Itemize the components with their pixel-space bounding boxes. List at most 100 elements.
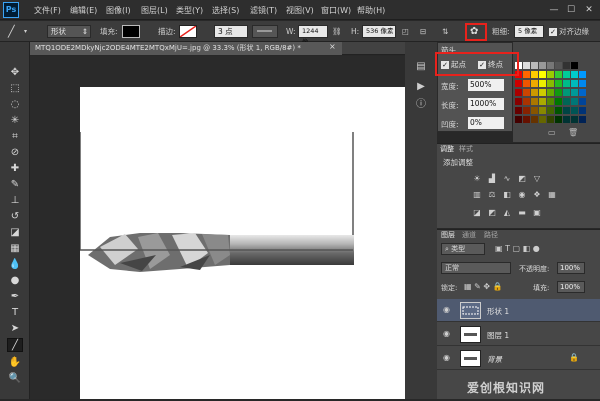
- canvas[interactable]: [79, 87, 405, 399]
- weight-field[interactable]: 5 像素: [514, 25, 544, 38]
- swatch[interactable]: [563, 107, 570, 114]
- blur-tool-icon[interactable]: 💧: [7, 258, 23, 272]
- exposure-icon[interactable]: ◩: [517, 174, 527, 184]
- layer-row-layer1[interactable]: ◉ 图层 1: [437, 323, 600, 346]
- swatch[interactable]: [571, 80, 578, 87]
- actions-panel-icon[interactable]: ▶: [414, 80, 428, 94]
- swatch[interactable]: [555, 98, 562, 105]
- swatch[interactable]: [539, 107, 546, 114]
- menu-image[interactable]: 图像(I): [106, 5, 131, 16]
- clone-stamp-tool-icon[interactable]: ⊥: [7, 194, 23, 208]
- swatch[interactable]: [547, 116, 554, 123]
- swatch[interactable]: [555, 89, 562, 96]
- gradient-tool-icon[interactable]: ▦: [7, 242, 23, 256]
- swatch[interactable]: [563, 98, 570, 105]
- arrow-length-field[interactable]: 1000%: [468, 98, 504, 110]
- swatch[interactable]: [515, 107, 522, 114]
- tool-preset-arrow-icon[interactable]: ▾: [24, 21, 27, 42]
- swatch[interactable]: [571, 62, 578, 69]
- swatch[interactable]: [531, 89, 538, 96]
- layer-row-shape[interactable]: ◉ 形状 1: [437, 299, 600, 322]
- swatch[interactable]: [539, 71, 546, 78]
- menu-edit[interactable]: 编辑(E): [70, 5, 97, 16]
- color-balance-icon[interactable]: ⚖: [487, 190, 497, 200]
- swatch[interactable]: [523, 98, 530, 105]
- document-tab[interactable]: MTQ1ODE2MDkyNjc2ODE4MTE2MTQxMjU=.jpg @ 3…: [30, 42, 342, 55]
- swatch[interactable]: [555, 80, 562, 87]
- opacity-field[interactable]: 100%: [557, 262, 585, 274]
- move-tool-icon[interactable]: ✥: [7, 66, 23, 80]
- stroke-swatch[interactable]: [179, 25, 197, 38]
- path-arrangement-icon[interactable]: ⇅: [442, 21, 448, 42]
- delete-swatch-icon[interactable]: 🗑: [568, 128, 578, 137]
- path-selection-tool-icon[interactable]: ➤: [7, 322, 23, 336]
- menu-view[interactable]: 视图(V): [286, 5, 314, 16]
- eye-icon[interactable]: ◉: [443, 353, 450, 362]
- swatch[interactable]: [539, 98, 546, 105]
- line-tool-icon[interactable]: ╱: [8, 21, 15, 42]
- concavity-field[interactable]: 0%: [468, 117, 504, 129]
- swatch[interactable]: [531, 71, 538, 78]
- path-alignment-icon[interactable]: ⊟: [420, 21, 426, 42]
- menu-help[interactable]: 帮助(H): [357, 5, 385, 16]
- info-panel-icon[interactable]: ⓘ: [414, 98, 428, 112]
- swatch[interactable]: [547, 98, 554, 105]
- magic-wand-tool-icon[interactable]: ✳: [7, 114, 23, 128]
- link-icon[interactable]: ⛓: [332, 21, 342, 42]
- hand-tool-icon[interactable]: ✋: [7, 356, 23, 370]
- history-brush-tool-icon[interactable]: ↺: [7, 210, 23, 224]
- swatch[interactable]: [515, 80, 522, 87]
- menu-type[interactable]: 类型(Y): [176, 5, 203, 16]
- minimize-button[interactable]: —: [548, 4, 560, 16]
- menu-window[interactable]: 窗口(W): [321, 5, 351, 16]
- selective-color-icon[interactable]: ▣: [532, 208, 542, 218]
- zoom-tool-icon[interactable]: 🔍: [7, 372, 23, 386]
- eraser-tool-icon[interactable]: ◪: [7, 226, 23, 240]
- layer-row-background[interactable]: ◉ 背景 🔒: [437, 347, 600, 370]
- swatch[interactable]: [579, 116, 586, 123]
- swatch[interactable]: [563, 80, 570, 87]
- history-panel-icon[interactable]: ▤: [414, 60, 428, 74]
- swatch[interactable]: [523, 80, 530, 87]
- stroke-type-select[interactable]: [252, 25, 278, 38]
- swatch[interactable]: [523, 89, 530, 96]
- lock-icons[interactable]: ▦ ✎ ✥ 🔒: [464, 282, 503, 291]
- eyedropper-tool-icon[interactable]: ⊘: [7, 146, 23, 160]
- swatch[interactable]: [523, 107, 530, 114]
- close-document-icon[interactable]: ×: [329, 42, 336, 51]
- swatch[interactable]: [515, 89, 522, 96]
- swatch[interactable]: [531, 116, 538, 123]
- marquee-tool-icon[interactable]: ⬚: [7, 82, 23, 96]
- swatch[interactable]: [547, 71, 554, 78]
- swatch[interactable]: [531, 98, 538, 105]
- menu-filter[interactable]: 滤镜(T): [250, 5, 277, 16]
- new-swatch-icon[interactable]: ▭: [548, 128, 556, 137]
- crop-tool-icon[interactable]: ⌗: [7, 130, 23, 144]
- menu-file[interactable]: 文件(F): [34, 5, 61, 16]
- swatch[interactable]: [571, 98, 578, 105]
- swatch[interactable]: [563, 71, 570, 78]
- hue-saturation-icon[interactable]: ▥: [472, 190, 482, 200]
- channel-mixer-icon[interactable]: ❖: [532, 190, 542, 200]
- swatch[interactable]: [579, 107, 586, 114]
- arrow-width-field[interactable]: 500%: [468, 79, 504, 91]
- swatch[interactable]: [539, 62, 546, 69]
- swatch[interactable]: [523, 116, 530, 123]
- path-operations-icon[interactable]: ◰: [402, 21, 409, 42]
- swatch[interactable]: [555, 107, 562, 114]
- tab-layers[interactable]: 图层: [441, 230, 455, 241]
- color-lookup-icon[interactable]: ▦: [547, 190, 557, 200]
- menu-select[interactable]: 选择(S): [212, 5, 239, 16]
- height-field[interactable]: 536 像素: [362, 25, 396, 38]
- stroke-size-field[interactable]: 3 点: [214, 25, 248, 38]
- fill-field[interactable]: 100%: [557, 281, 585, 293]
- swatch[interactable]: [563, 89, 570, 96]
- lasso-tool-icon[interactable]: ◌: [7, 98, 23, 112]
- swatch[interactable]: [523, 62, 530, 69]
- swatch[interactable]: [579, 98, 586, 105]
- swatch[interactable]: [579, 71, 586, 78]
- swatch[interactable]: [563, 62, 570, 69]
- line-tool-icon[interactable]: ╱: [7, 338, 23, 352]
- filter-kind-select[interactable]: ⌕ 类型: [441, 243, 485, 255]
- swatch[interactable]: [539, 116, 546, 123]
